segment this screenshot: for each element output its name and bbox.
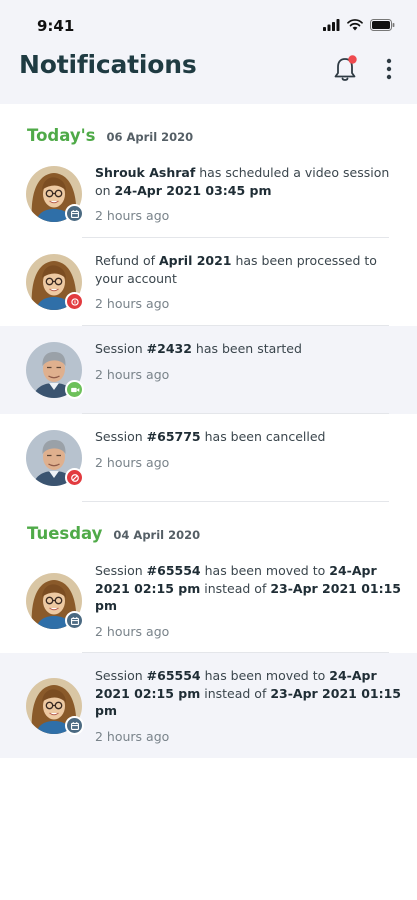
notification-time: 2 hours ago — [95, 296, 170, 311]
bell-icon — [334, 55, 357, 81]
notifications-bell-button[interactable] — [333, 54, 359, 84]
notification-item[interactable]: Session #65554 has been moved to 24-Apr … — [0, 653, 417, 758]
message-text: Session — [95, 429, 147, 444]
notification-message: Session #65775 has been cancelled — [95, 428, 403, 446]
page-title: Notifications — [19, 50, 197, 79]
message-highlight: 24-Apr 2021 03:45 pm — [114, 182, 272, 198]
calendar-badge-icon — [70, 721, 79, 730]
message-text: has been moved to — [200, 668, 330, 683]
calendar-badge-icon — [70, 209, 79, 218]
status-badge — [65, 380, 84, 399]
message-text: Session — [95, 668, 147, 683]
wifi-icon — [347, 19, 363, 31]
notification-message: Session #2432 has been started — [95, 340, 403, 358]
avatar — [26, 678, 84, 735]
status-icons — [323, 18, 395, 32]
status-badge — [65, 292, 84, 311]
video-badge-icon — [70, 387, 79, 392]
message-text: instead of — [200, 685, 271, 701]
status-badge — [65, 716, 84, 735]
message-highlight: #2432 — [146, 341, 192, 356]
refund-badge-icon — [70, 297, 79, 306]
section-day-label: Today's — [27, 126, 96, 145]
notification-item[interactable]: Session #2432 has been started 2 hours ag… — [0, 326, 417, 414]
section-header: Today's 06 April 2020 — [0, 104, 417, 150]
notification-item[interactable]: Session #65775 has been cancelled 2 hours… — [0, 414, 417, 502]
notification-message: Shrouk Ashraf has scheduled a video sess… — [95, 164, 403, 199]
notifications-feed: Today's 06 April 2020 Shrouk Ashraf has sc… — [0, 104, 417, 900]
status-time: 9:41 — [37, 17, 75, 35]
notification-item[interactable]: Shrouk Ashraf has scheduled a video sess… — [0, 150, 417, 238]
calendar-badge-icon — [70, 616, 79, 625]
notification-item[interactable]: Session #65554 has been moved to 24-Apr … — [0, 548, 417, 653]
section-date: 04 April 2020 — [113, 528, 201, 542]
avatar — [26, 430, 84, 487]
message-text: has been started — [191, 341, 302, 356]
message-text: has been moved to — [200, 563, 330, 578]
notification-time: 2 hours ago — [95, 208, 170, 223]
message-highlight: #65554 — [146, 668, 201, 683]
app-header: 9:41 Notifications — [0, 0, 417, 104]
status-badge — [65, 611, 84, 630]
divider — [82, 501, 389, 502]
notification-time: 2 hours ago — [95, 623, 170, 639]
battery-icon — [370, 19, 395, 31]
avatar — [26, 342, 84, 399]
more-vertical-icon — [386, 58, 392, 80]
avatar — [26, 166, 84, 223]
section-date: 06 April 2020 — [106, 130, 194, 144]
signal-icon — [323, 19, 340, 31]
section-header: Tuesday 04 April 2020 — [0, 502, 417, 548]
message-text: instead of — [200, 580, 271, 596]
notification-item[interactable]: Refund of April 2021 has been processed … — [0, 238, 417, 326]
avatar — [26, 254, 84, 311]
notification-time: 2 hours ago — [95, 454, 170, 470]
message-text: Refund of — [95, 253, 159, 268]
message-text: Session — [95, 341, 147, 356]
notification-time: 2 hours ago — [95, 366, 170, 382]
section-day-label: Tuesday — [27, 524, 103, 543]
notification-message: Session #65554 has been moved to 24-Apr … — [95, 562, 403, 615]
notification-message: Refund of April 2021 has been processed … — [95, 252, 403, 287]
message-highlight: #65554 — [146, 563, 201, 578]
message-text: has been cancelled — [200, 429, 326, 444]
more-options-button[interactable] — [377, 55, 401, 83]
message-highlight: Shrouk Ashraf — [95, 165, 196, 180]
notification-message: Session #65554 has been moved to 24-Apr … — [95, 667, 403, 720]
message-highlight: #65775 — [146, 429, 201, 444]
message-highlight: April 2021 — [159, 253, 232, 268]
status-badge — [65, 204, 84, 223]
notification-time: 2 hours ago — [95, 728, 170, 744]
cancel-badge-icon — [70, 473, 79, 482]
message-text: Session — [95, 563, 147, 578]
avatar — [26, 573, 84, 630]
status-badge — [65, 468, 84, 487]
